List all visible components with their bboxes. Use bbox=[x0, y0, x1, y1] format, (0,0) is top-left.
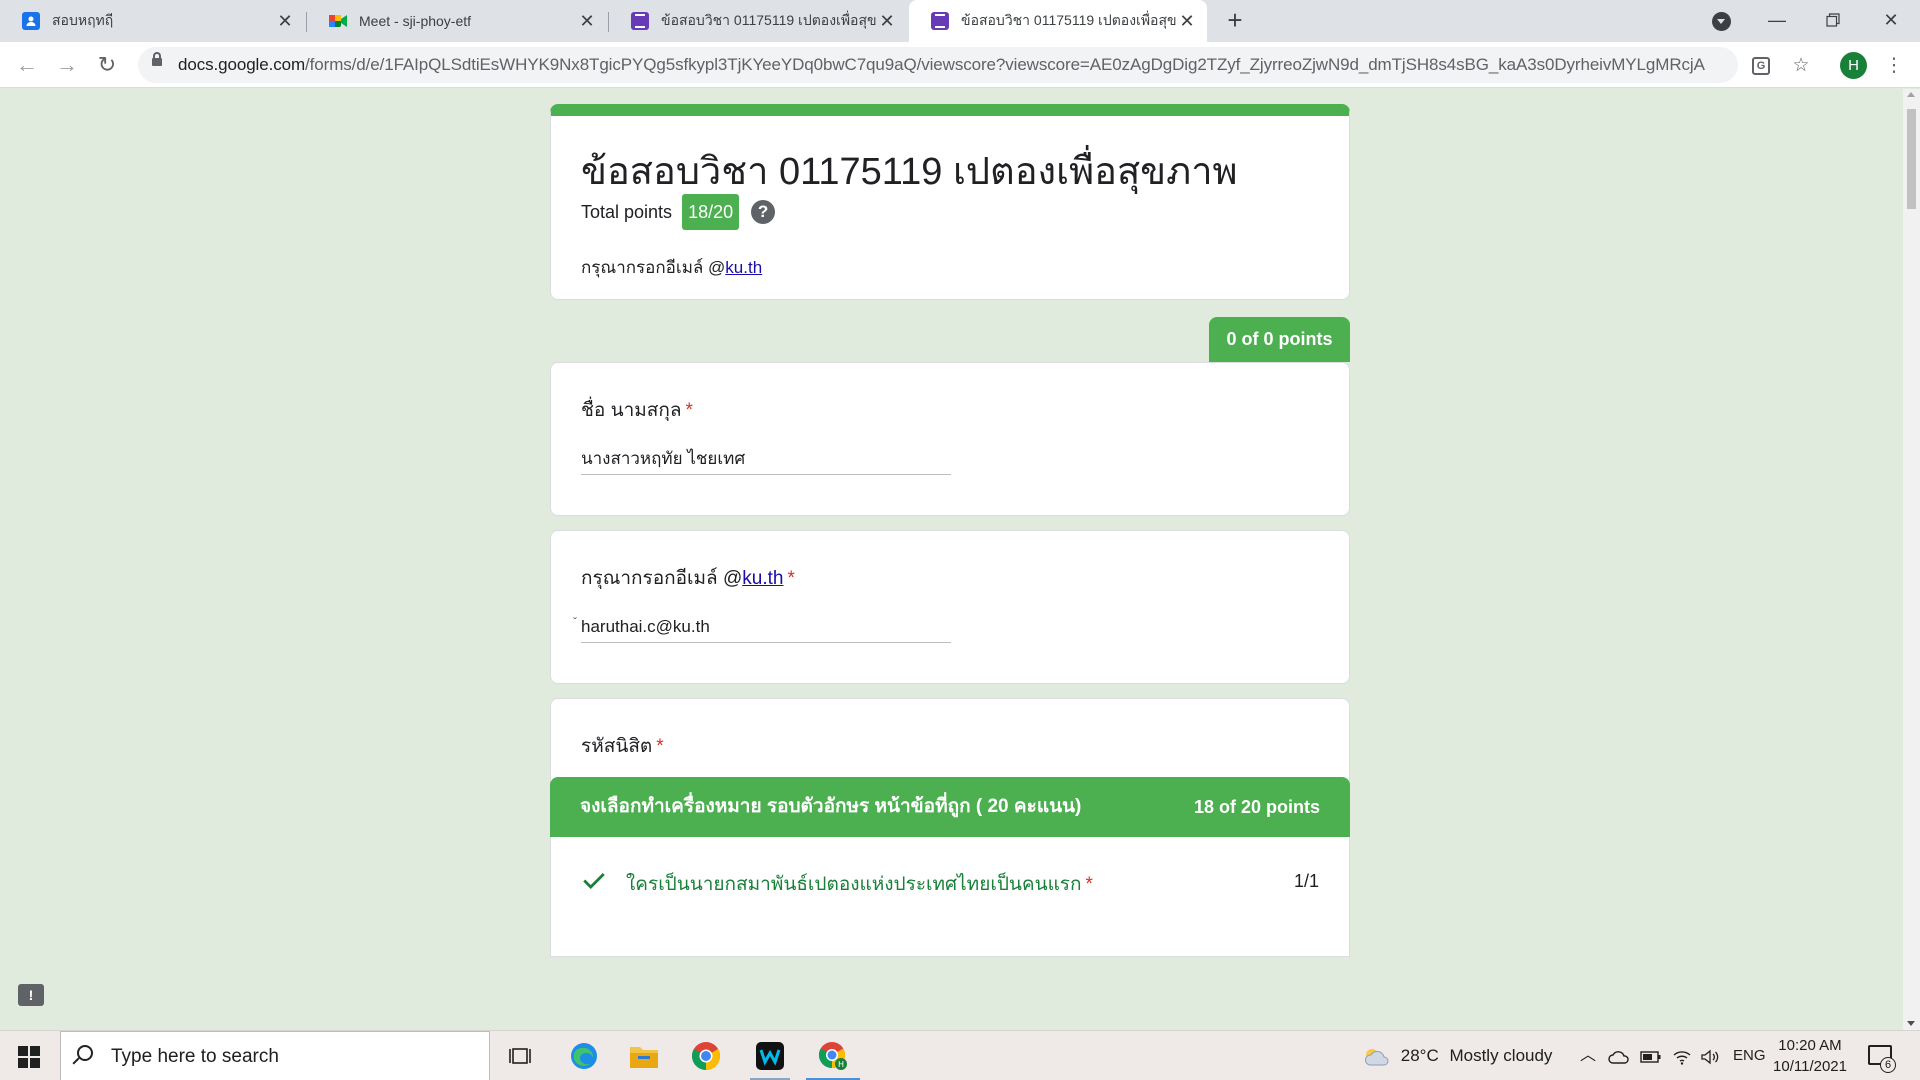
quiz-question-card: ใครเป็นนายกสมาพันธ์เปตองแห่งประเทศไทยเป็… bbox=[550, 837, 1350, 957]
restore-button[interactable] bbox=[1810, 4, 1856, 36]
forms-icon bbox=[631, 12, 649, 30]
weather-temp: 28°C bbox=[1400, 1046, 1439, 1065]
url-host: docs.google.com bbox=[178, 55, 306, 74]
question-card-email: กรุณากรอกอีเมล์ @ku.th * ˇ haruthai.c@ku.… bbox=[550, 530, 1350, 684]
search-icon bbox=[77, 1045, 93, 1061]
star-bookmark-icon[interactable]: ☆ bbox=[1790, 55, 1812, 77]
quiz-question-text: ใครเป็นนายกสมาพันธ์เปตองแห่งประเทศไทยเป็… bbox=[626, 874, 1082, 895]
quiz-section-banner: จงเลือกทำเครื่องหมาย รอบตัวอักษร หน้าข้อ… bbox=[550, 777, 1350, 837]
close-tab-icon[interactable]: ✕ bbox=[577, 11, 597, 31]
profile-avatar[interactable]: H bbox=[1840, 52, 1867, 79]
correct-check-icon bbox=[583, 873, 605, 890]
score-badge: 18/20 bbox=[682, 194, 740, 230]
required-asterisk: * bbox=[685, 400, 693, 421]
chrome-profile-icon[interactable]: H bbox=[802, 1031, 864, 1080]
translate-icon[interactable]: G bbox=[1752, 57, 1770, 75]
task-view-icon[interactable] bbox=[492, 1031, 548, 1080]
show-hidden-icons-chevron-icon[interactable]: ︿ bbox=[1580, 1031, 1596, 1080]
description-link[interactable]: ku.th bbox=[725, 258, 762, 277]
new-tab-button[interactable]: + bbox=[1222, 7, 1248, 34]
system-clock[interactable]: 10:20 AM 10/11/2021 bbox=[1768, 1035, 1852, 1077]
windows-start-icon[interactable] bbox=[18, 1046, 40, 1068]
lock-icon bbox=[152, 52, 162, 66]
url-path: /forms/d/e/1FAIpQLSdtiEsWHYK9Nx8TgicPYQg… bbox=[305, 55, 1705, 74]
forward-arrow-icon[interactable]: → bbox=[52, 50, 82, 80]
battery-icon[interactable] bbox=[1640, 1031, 1662, 1080]
help-icon[interactable]: ? bbox=[751, 200, 776, 224]
question-title-text: รหัสนิสิต bbox=[581, 736, 653, 757]
quiz-section-score: 18 of 20 points bbox=[1193, 797, 1320, 817]
forms-icon bbox=[931, 12, 949, 30]
required-asterisk: * bbox=[787, 568, 795, 589]
tab-forms-active[interactable]: ข้อสอบวิชา 01175119 เปตองเพื่อสุขภ ✕ bbox=[909, 0, 1207, 42]
reload-icon[interactable]: ↻ bbox=[92, 50, 122, 80]
tab-title: Meet - sji-phoy-etf bbox=[359, 13, 472, 29]
answer-mark: ˇ bbox=[573, 615, 577, 629]
feedback-icon[interactable]: ! bbox=[18, 984, 44, 1006]
section-points-badge: 0 of 0 points bbox=[1209, 317, 1350, 362]
description-text: กรุณากรอกอีเมล์ @ bbox=[581, 258, 726, 277]
back-arrow-icon[interactable]: ← bbox=[12, 50, 42, 80]
notification-count-badge: 6 bbox=[1880, 1057, 1896, 1073]
clock-time: 10:20 AM bbox=[1778, 1037, 1842, 1054]
url-text[interactable]: docs.google.com/forms/d/e/1FAIpQLSdtiEsW… bbox=[178, 47, 1723, 83]
question-title: ชื่อ นามสกุล * bbox=[581, 395, 693, 425]
tab-strip: สอบหฤทฤี ✕ Meet - sji-phoy-etf ✕ ข้อสอบว… bbox=[0, 0, 1920, 42]
webex-icon[interactable] bbox=[742, 1031, 798, 1080]
kebab-menu-icon[interactable]: ⋮ bbox=[1883, 55, 1905, 77]
form-title: ข้อสอบวิชา 01175119 เปตองเพื่อสุขภาพ bbox=[581, 151, 1238, 193]
file-explorer-icon[interactable] bbox=[616, 1031, 672, 1080]
close-window-button[interactable]: ✕ bbox=[1868, 4, 1914, 36]
tab-forms-1[interactable]: ข้อสอบวิชา 01175119 เปตองเพื่อสุขภ ✕ bbox=[609, 0, 907, 42]
scroll-down-arrow-icon[interactable] bbox=[1907, 1021, 1915, 1026]
taskbar-search-box[interactable]: Type here to search bbox=[60, 1031, 490, 1080]
close-tab-icon[interactable]: ✕ bbox=[877, 11, 897, 31]
scroll-thumb[interactable] bbox=[1907, 109, 1916, 209]
answer-text: นางสาวหฤทัย ไชยเทศ bbox=[581, 447, 951, 475]
chrome-icon[interactable] bbox=[678, 1031, 734, 1080]
page-scrollbar[interactable] bbox=[1903, 89, 1920, 1030]
close-tab-icon[interactable]: ✕ bbox=[275, 11, 295, 31]
tab-meet[interactable]: Meet - sji-phoy-etf ✕ bbox=[307, 0, 607, 42]
required-asterisk: * bbox=[1085, 874, 1093, 895]
edge-icon[interactable] bbox=[556, 1031, 612, 1080]
windows-taskbar: Type here to search H 28°C Mostly cloudy… bbox=[0, 1030, 1920, 1080]
total-points-label: Total points bbox=[581, 201, 673, 222]
volume-icon[interactable] bbox=[1700, 1031, 1720, 1080]
form-description: กรุณากรอกอีเมล์ @ku.th bbox=[581, 254, 762, 281]
required-asterisk: * bbox=[656, 736, 664, 757]
question-title-text: ชื่อ นามสกุล bbox=[581, 400, 682, 421]
tab-search-icon[interactable] bbox=[1712, 12, 1731, 31]
address-bar[interactable]: docs.google.com/forms/d/e/1FAIpQLSdtiEsW… bbox=[138, 47, 1738, 83]
weather-text: Mostly cloudy bbox=[1449, 1046, 1553, 1065]
search-placeholder: Type here to search bbox=[111, 1046, 279, 1067]
contacts-icon bbox=[22, 12, 40, 30]
quiz-question-score: 1/1 bbox=[1293, 871, 1319, 891]
question-title: กรุณากรอกอีเมล์ @ku.th * bbox=[581, 563, 795, 593]
form-header-card: ข้อสอบวิชา 01175119 เปตองเพื่อสุขภาพ Tot… bbox=[550, 104, 1350, 300]
quiz-question-title: ใครเป็นนายกสมาพันธ์เปตองแห่งประเทศไทยเป็… bbox=[626, 869, 1093, 899]
tab-title: ข้อสอบวิชา 01175119 เปตองเพื่อสุขภ bbox=[961, 12, 1177, 28]
question-title-text: กรุณากรอกอีเมล์ @ bbox=[581, 568, 743, 589]
clock-date: 10/11/2021 bbox=[1773, 1058, 1847, 1075]
browser-toolbar: ← → ↻ docs.google.com/forms/d/e/1FAIpQLS… bbox=[0, 42, 1920, 88]
scroll-up-arrow-icon[interactable] bbox=[1907, 92, 1915, 97]
quiz-section-title: จงเลือกทำเครื่องหมาย รอบตัวอักษร หน้าข้อ… bbox=[580, 796, 1082, 817]
svg-text:H: H bbox=[838, 1060, 844, 1069]
question-title: รหัสนิสิต * bbox=[581, 731, 664, 761]
answer-text: haruthai.c@ku.th bbox=[581, 615, 951, 643]
tab-title: สอบหฤทฤี bbox=[52, 12, 114, 28]
onedrive-icon[interactable] bbox=[1608, 1031, 1630, 1080]
wifi-icon[interactable] bbox=[1672, 1031, 1692, 1080]
minimize-button[interactable]: — bbox=[1754, 4, 1800, 36]
weather-widget[interactable]: 28°C Mostly cloudy bbox=[1362, 1031, 1552, 1080]
tab-contacts[interactable]: สอบหฤทฤี ✕ bbox=[0, 0, 305, 42]
close-tab-icon[interactable]: ✕ bbox=[1177, 11, 1197, 31]
total-points-row: Total points 18/20 ? bbox=[581, 194, 776, 230]
meet-icon bbox=[329, 12, 347, 30]
question-card-name: ชื่อ นามสกุล * นางสาวหฤทัย ไชยเทศ bbox=[550, 362, 1350, 516]
question-title-link[interactable]: ku.th bbox=[742, 568, 783, 589]
input-language[interactable]: ENG bbox=[1733, 1031, 1766, 1080]
tab-title: ข้อสอบวิชา 01175119 เปตองเพื่อสุขภ bbox=[661, 12, 877, 28]
